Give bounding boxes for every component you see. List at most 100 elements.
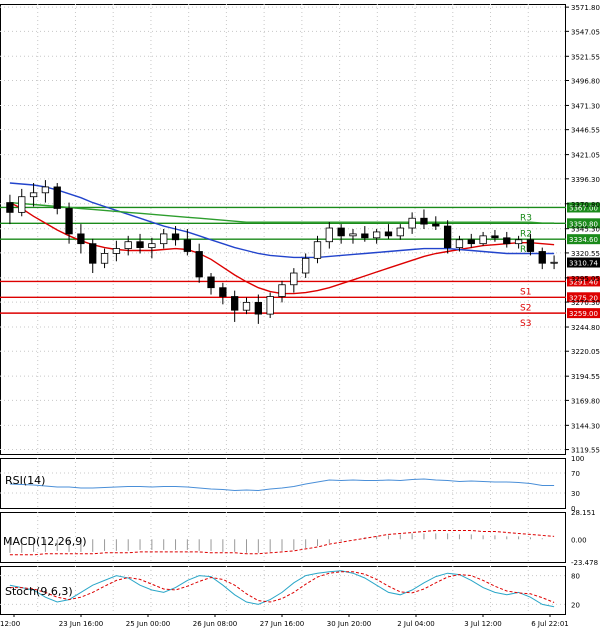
candle-body [491, 235, 499, 239]
moving-averages [9, 182, 555, 295]
candle-body [503, 237, 511, 245]
time-tick-label: 6 Jul 22:01 [531, 620, 569, 628]
stoch-tick-label: 80 [571, 573, 580, 581]
time-tick-label: 27 Jun 16:00 [260, 620, 304, 628]
price-tick-label: 3496.80 [571, 78, 600, 86]
rsi-panel: 10070300RSI(14) [0, 455, 584, 513]
candle-body [136, 241, 144, 248]
price-tick-label: 3421.05 [571, 152, 600, 160]
candle-body [420, 217, 428, 225]
candle-body [148, 243, 156, 248]
price-tick-label: 3521.55 [571, 53, 600, 61]
macd-tick-label: 0.00 [571, 536, 587, 544]
price-tick-label: 3547.05 [571, 28, 600, 36]
rsi-tick-label: 70 [571, 470, 580, 478]
candle-body [467, 239, 475, 245]
candle-body [349, 233, 357, 237]
candle-body [242, 301, 251, 311]
price-tick-label: 3370.80 [571, 201, 600, 209]
level-name-s1: S1 [520, 287, 531, 297]
panel-frame [0, 566, 566, 615]
price-tick-label: 3194.55 [571, 373, 600, 381]
candle-body [195, 251, 203, 278]
candle-body [18, 196, 26, 213]
price-tick-label: 3396.30 [571, 176, 600, 184]
time-tick-label: 23 Jun 16:00 [59, 620, 103, 628]
candle-body [526, 239, 535, 252]
macd-tick-label: 28.151 [571, 509, 596, 517]
candle-body [112, 248, 121, 254]
price-tick-label: 3571.80 [571, 4, 600, 12]
candle-body [372, 231, 381, 239]
candle-body [231, 296, 239, 311]
level-name-s2: S2 [520, 303, 531, 313]
candle-body [514, 239, 523, 245]
grid-layer [0, 4, 566, 615]
candle-body [6, 202, 14, 213]
pivot-levels: R33367.00R23350.80R13334.60S13291.40S232… [0, 202, 600, 329]
time-tick-label: 25 Jun 00:00 [126, 620, 170, 628]
candle-body [443, 225, 452, 248]
price-tick-label: 3220.05 [571, 348, 600, 356]
price-tick-label: 3295.05 [571, 275, 600, 283]
time-axis: 12:00 23 Jun 16:00 25 Jun 00:00 26 Jun 08:0… [0, 614, 569, 628]
price-tick-label: 3144.30 [571, 422, 600, 430]
price-tick-label: 3471.30 [571, 102, 600, 110]
stoch-tick-label: 20 [571, 601, 580, 609]
stoch-main-line [9, 570, 555, 608]
stoch-label: Stoch(9,6,3) [5, 585, 73, 598]
current-price-label: 3310.74 [569, 260, 598, 268]
price-axis: 3571.80 3547.05 3521.55 3496.80 3471.30 3446.… [566, 4, 600, 455]
time-tick-label: 2 Jul 04:00 [397, 620, 435, 628]
candle-body [302, 257, 310, 274]
candle-body [455, 239, 464, 248]
macd-panel: 28.151 0.00 -23.478 MACD(12,26,9) [3, 509, 598, 567]
candle-body [53, 186, 61, 209]
macd-label: MACD(12,26,9) [3, 535, 87, 548]
price-tick-label: 3244.80 [571, 324, 600, 332]
price-tick-label: 3270.30 [571, 299, 600, 307]
time-tick-label: 26 Jun 08:00 [193, 620, 237, 628]
candle-body [160, 233, 168, 245]
panel-frame [0, 458, 566, 509]
trading-chart: R33367.00R23350.80R13334.60S13291.40S232… [0, 4, 600, 628]
candle-body [550, 261, 558, 264]
candle-body [396, 227, 404, 237]
time-tick-label: 12:00 [0, 620, 20, 628]
stoch-panel: 80 20 Stoch(9,6,3) [0, 570, 580, 609]
macd-tick-label: -23.478 [571, 559, 598, 567]
candle-body [290, 272, 298, 286]
candle-body [266, 296, 274, 315]
candle-body [408, 217, 416, 229]
candle-body [254, 301, 262, 315]
candle-body [100, 253, 109, 264]
candle-body [89, 243, 97, 264]
candle-body [432, 223, 440, 227]
candle-body [171, 233, 180, 241]
moving-average-line [9, 201, 555, 224]
rsi-label: RSI(14) [5, 474, 45, 487]
level-value-r1: 3334.60 [569, 236, 598, 244]
candle-body [219, 287, 227, 297]
price-tick-label: 3446.55 [571, 127, 600, 135]
rsi-line [9, 478, 555, 492]
time-tick-label: 30 Jun 20:00 [327, 620, 371, 628]
level-name-s3: S3 [520, 319, 531, 329]
candle-body [361, 233, 369, 239]
candle-body [65, 208, 73, 235]
price-tick-label: 3320.55 [571, 250, 600, 258]
rsi-tick-label: 30 [571, 490, 580, 498]
rsi-tick-label: 100 [571, 455, 584, 463]
price-tick-label: 3169.80 [571, 397, 600, 405]
panel-frame [0, 4, 566, 455]
candle-body [384, 231, 393, 237]
candle-body [41, 186, 50, 194]
candle-body [278, 284, 286, 297]
time-tick-label: 3 Jul 12:00 [464, 620, 502, 628]
candle-body [124, 241, 132, 249]
candle-body [77, 233, 85, 245]
price-tick-label: 3345.30 [571, 226, 600, 234]
stoch-signal-line [9, 571, 555, 603]
candle-body [479, 235, 487, 245]
candle-body [29, 192, 38, 198]
